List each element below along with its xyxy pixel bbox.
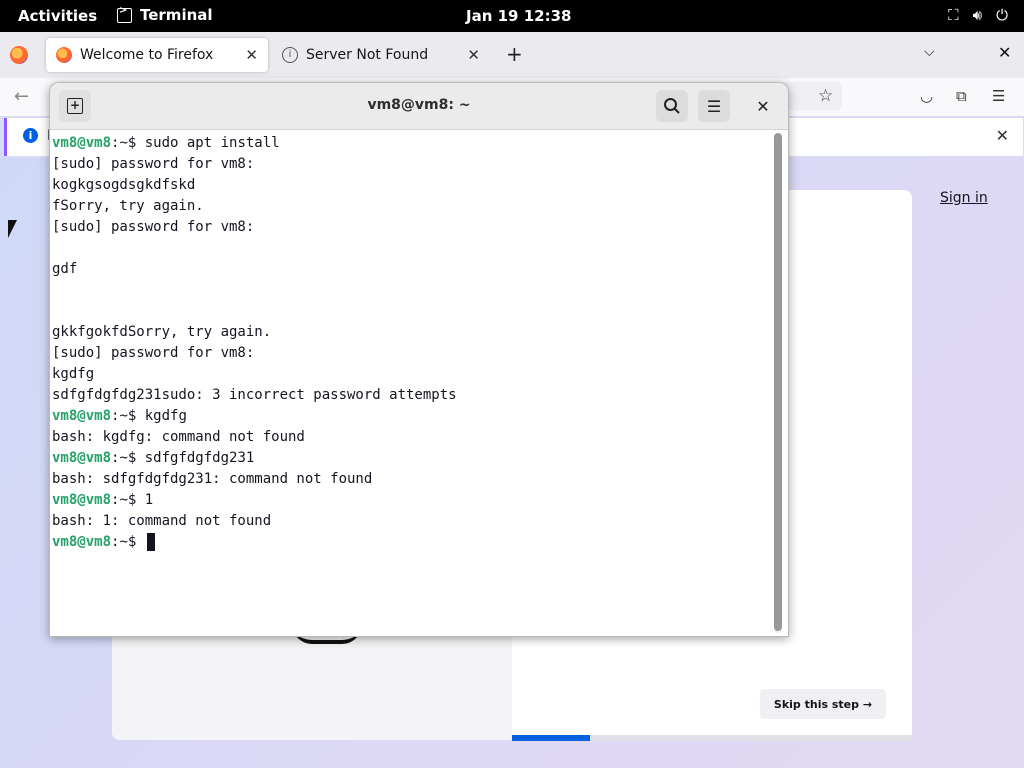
activities-button[interactable]: Activities [18, 7, 97, 25]
close-icon: ✕ [756, 96, 770, 116]
power-icon[interactable]: ⏻ [996, 6, 1008, 24]
output-text: [sudo] password for vm8: [52, 345, 255, 361]
terminal-output[interactable]: vm8@vm8:~$ sudo apt install [sudo] passwo… [52, 133, 770, 633]
terminal-line: vm8@vm8:~$ sudo apt install [52, 133, 770, 154]
search-button[interactable] [656, 90, 688, 122]
clock[interactable]: Jan 19 12:38 [466, 7, 571, 25]
terminal-icon [117, 5, 132, 23]
back-arrow-icon[interactable]: ← [14, 86, 29, 107]
command-text: :~$ [111, 534, 145, 550]
command-text: :~$ 1 [111, 492, 154, 508]
top-bar: Activities Terminal Jan 19 12:38 ⛶ 🔊︎ ⏻ [0, 0, 1024, 32]
info-icon: i [282, 47, 298, 63]
output-text: gdf [52, 261, 78, 277]
terminal-line: sdfgfdgfdg231sudo: 3 incorrect password … [52, 385, 770, 406]
close-notification-icon[interactable]: ✕ [996, 126, 1009, 145]
onboarding-progress-fill [512, 735, 590, 741]
tab-welcome[interactable]: Welcome to Firefox ✕ [46, 38, 268, 72]
menu-button[interactable]: ☰ [698, 90, 730, 122]
terminal-line: bash: 1: command not found [52, 511, 770, 532]
terminal-line: vm8@vm8:~$ [52, 532, 770, 553]
tab-title: Welcome to Firefox [80, 47, 214, 63]
app-name: Terminal [140, 6, 213, 24]
terminal-line: fSorry, try again. [52, 196, 770, 217]
terminal-line: [sudo] password for vm8: [52, 154, 770, 175]
text-cursor [146, 533, 155, 551]
system-tray[interactable]: ⛶ 🔊︎ ⏻ [948, 6, 1008, 24]
skip-step-button[interactable]: Skip this step → [760, 689, 886, 719]
terminal-line: [sudo] password for vm8: [52, 217, 770, 238]
command-text: :~$ sudo apt install [111, 135, 280, 151]
terminal-line: gkkfgokfdSorry, try again. [52, 322, 770, 343]
firefox-view-icon[interactable] [10, 46, 28, 64]
tab-server-not-found[interactable]: i Server Not Found ✕ [272, 38, 490, 72]
hamburger-menu-icon: ☰ [706, 96, 722, 116]
output-text: sdfgfdgfdg231sudo: 3 incorrect password … [52, 387, 457, 403]
terminal-line: kogkgsogdsgkdfskd [52, 175, 770, 196]
search-icon [664, 98, 680, 114]
pocket-icon[interactable]: ◡ [920, 87, 933, 105]
extensions-icon[interactable]: ⧉ [956, 87, 967, 105]
shell-prompt: vm8@vm8 [52, 534, 112, 550]
output-text: kogkgsogdsgkdfskd [52, 177, 196, 193]
output-text: kgdfg [52, 366, 95, 382]
shell-prompt: vm8@vm8 [52, 135, 112, 151]
shell-prompt: vm8@vm8 [52, 450, 112, 466]
chevron-down-icon[interactable]: ⌵ [924, 44, 935, 60]
output-text: gkkfgokfdSorry, try again. [52, 324, 272, 340]
new-tab-button[interactable]: + [506, 42, 523, 66]
close-tab-icon[interactable]: ✕ [467, 46, 480, 64]
terminal-line: vm8@vm8:~$ 1 [52, 490, 770, 511]
output-text: fSorry, try again. [52, 198, 204, 214]
command-text: :~$ sdfgfdgfdg231 [111, 450, 255, 466]
hamburger-menu-icon[interactable]: ☰ [992, 87, 1005, 105]
terminal-line: gdf [52, 259, 770, 280]
output-text: [sudo] password for vm8: [52, 219, 255, 235]
terminal-line: vm8@vm8:~$ kgdfg [52, 406, 770, 427]
shell-prompt: vm8@vm8 [52, 492, 112, 508]
terminal-line: bash: sdfgfdgfdg231: command not found [52, 469, 770, 490]
sign-in-link[interactable]: Sign in [940, 190, 988, 206]
info-icon: i [23, 128, 38, 143]
close-window-icon[interactable]: ✕ [998, 43, 1011, 62]
output-text: bash: sdfgfdgfdg231: command not found [52, 471, 373, 487]
volume-icon[interactable]: 🔊︎ [973, 6, 982, 24]
bookmark-star-icon[interactable]: ☆ [818, 86, 833, 106]
app-menu[interactable]: Terminal [117, 5, 213, 24]
tab-title: Server Not Found [306, 47, 429, 63]
terminal-window[interactable]: + vm8@vm8: ~ ☰ ✕ vm8@vm8:~$ sudo apt ins… [49, 82, 789, 637]
scrollbar-thumb[interactable] [774, 133, 782, 631]
close-button[interactable]: ✕ [747, 90, 779, 122]
terminal-line: vm8@vm8:~$ sdfgfdgfdg231 [52, 448, 770, 469]
output-text: bash: kgdfg: command not found [52, 429, 305, 445]
network-icon[interactable]: ⛶ [948, 6, 959, 24]
close-tab-icon[interactable]: ✕ [245, 46, 258, 64]
mouse-pointer-icon [8, 220, 17, 238]
terminal-line: [sudo] password for vm8: [52, 343, 770, 364]
terminal-headerbar[interactable]: + vm8@vm8: ~ ☰ ✕ [50, 83, 788, 130]
output-text: [sudo] password for vm8: [52, 156, 255, 172]
terminal-line: kgdfg [52, 364, 770, 385]
output-text: bash: 1: command not found [52, 513, 272, 529]
firefox-favicon-icon [56, 47, 72, 63]
shell-prompt: vm8@vm8 [52, 408, 112, 424]
terminal-line: bash: kgdfg: command not found [52, 427, 770, 448]
command-text: :~$ kgdfg [111, 408, 187, 424]
